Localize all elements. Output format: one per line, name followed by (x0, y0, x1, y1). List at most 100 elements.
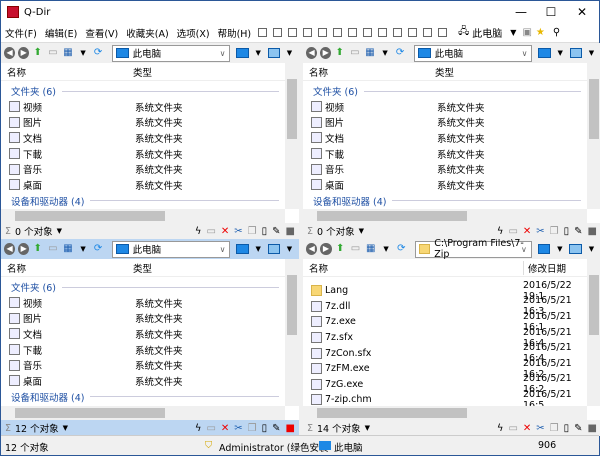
up-icon[interactable]: ⬆ (32, 47, 43, 59)
list-item[interactable]: 下載 系统文件夹 (1, 146, 285, 162)
pane-object-count[interactable]: 12 个对象 (15, 421, 59, 435)
list-item[interactable]: 视频 系统文件夹 (1, 99, 285, 115)
chevron-down-icon[interactable]: ∨ (220, 245, 226, 254)
group-header[interactable]: 设备和驱动器 (4) (303, 193, 587, 209)
list-item[interactable]: 文档 系统文件夹 (1, 130, 285, 146)
desktop-icon[interactable] (569, 48, 582, 58)
delete-icon[interactable]: ✕ (221, 423, 229, 434)
up-icon[interactable]: ⬆ (32, 243, 43, 255)
rename-icon[interactable]: ▭ (206, 226, 215, 237)
layout-button[interactable] (423, 28, 433, 37)
layout-button[interactable] (393, 28, 403, 37)
column-second[interactable]: 类型 (435, 65, 454, 79)
horizontal-scrollbar[interactable] (303, 209, 587, 223)
view-icon[interactable]: ▦ (364, 47, 375, 59)
vertical-scrollbar[interactable] (285, 63, 299, 209)
chevron-down-icon[interactable]: ▼ (253, 47, 264, 59)
layout-button[interactable] (273, 28, 283, 37)
up-icon[interactable]: ⬆ (334, 47, 345, 59)
new-folder-icon[interactable]: ▭ (350, 243, 361, 255)
printer-icon[interactable]: ▣ (522, 27, 531, 38)
list-item[interactable]: 音乐 系统文件夹 (1, 357, 285, 373)
zoom-icon[interactable]: ⚲ (553, 27, 560, 38)
copy-icon[interactable]: ❐ (550, 226, 559, 237)
forward-icon[interactable]: ▶ (320, 243, 332, 255)
location-dropdown[interactable]: 此电脑 (472, 25, 502, 40)
up-icon[interactable]: ⬆ (335, 243, 346, 255)
layout-button[interactable] (303, 28, 313, 37)
layout-button[interactable] (438, 28, 448, 37)
delete-icon[interactable]: ✕ (523, 423, 531, 434)
chevron-down-icon[interactable]: ∨ (522, 49, 528, 58)
refresh-icon[interactable]: ⟳ (93, 47, 104, 59)
column-second[interactable]: 修改日期 (523, 260, 566, 275)
list-item[interactable]: 桌面 系统文件夹 (303, 177, 587, 193)
list-item[interactable]: 视频 系统文件夹 (1, 295, 285, 311)
lightning-icon[interactable]: ϟ (195, 226, 202, 237)
desktop-icon[interactable] (267, 48, 280, 58)
list-item[interactable]: 视频 系统文件夹 (303, 99, 587, 115)
view-icon[interactable]: ▦ (62, 243, 73, 255)
refresh-icon[interactable]: ⟳ (93, 243, 104, 255)
copy-icon[interactable]: ❐ (248, 226, 257, 237)
list-item[interactable]: 图片 系统文件夹 (303, 115, 587, 131)
chevron-down-icon[interactable]: ▼ (510, 28, 516, 37)
layout-button[interactable] (258, 28, 268, 37)
list-item[interactable]: 音乐 系统文件夹 (303, 161, 587, 177)
cut-icon[interactable]: ✂ (234, 226, 242, 237)
menu-options[interactable]: 选项(X) (173, 26, 214, 40)
properties-icon[interactable]: ✎ (272, 226, 280, 237)
rename-icon[interactable]: ▭ (206, 423, 215, 434)
column-name[interactable]: 名称 (309, 261, 328, 275)
list-item[interactable]: 下載 系统文件夹 (303, 146, 587, 162)
layout-button[interactable] (318, 28, 328, 37)
new-folder-icon[interactable]: ▭ (47, 243, 58, 255)
pane-object-count[interactable]: 0 个对象 (15, 224, 53, 238)
column-name[interactable]: 名称 (7, 65, 26, 79)
address-bar[interactable]: 此电脑 ∨ (111, 240, 231, 258)
layout-button[interactable] (363, 28, 373, 37)
copy-icon[interactable]: ❐ (248, 423, 257, 434)
vertical-scrollbar[interactable] (285, 259, 299, 406)
maximize-button[interactable]: ☐ (536, 3, 566, 21)
lightning-icon[interactable]: ϟ (497, 226, 504, 237)
menu-file[interactable]: 文件(F) (1, 26, 41, 40)
forward-icon[interactable]: ▶ (320, 47, 332, 59)
menu-favorites[interactable]: 收藏夹(A) (122, 26, 172, 40)
new-folder-icon[interactable]: ▭ (349, 47, 360, 59)
address-bar[interactable]: C:\Program Files\7-Zip ∨ (414, 239, 532, 260)
chevron-down-icon[interactable]: ▼ (379, 47, 390, 59)
chevron-down-icon[interactable]: ▼ (586, 47, 597, 59)
menu-help[interactable]: 帮助(H) (214, 26, 256, 40)
column-name[interactable]: 名称 (309, 65, 328, 79)
chevron-down-icon[interactable]: ▼ (77, 243, 88, 255)
layout-button[interactable] (408, 28, 418, 37)
back-icon[interactable]: ◀ (4, 243, 16, 255)
pane-focus-icon[interactable]: ■ (286, 226, 295, 237)
menu-view[interactable]: 查看(V) (81, 26, 122, 40)
address-bar[interactable]: 此电脑 ∨ (413, 44, 533, 62)
group-header[interactable]: 设备和驱动器 (4) (1, 193, 285, 209)
layout-button[interactable] (348, 28, 358, 37)
pane-focus-icon[interactable]: ■ (588, 226, 597, 237)
rename-icon[interactable]: ▭ (508, 226, 517, 237)
properties-icon[interactable]: ✎ (272, 423, 280, 434)
monitor-icon[interactable] (537, 244, 551, 254)
list-item[interactable]: 图片 系统文件夹 (1, 311, 285, 327)
properties-icon[interactable]: ✎ (574, 423, 582, 434)
chevron-down-icon[interactable]: ∨ (521, 245, 527, 254)
pane-focus-icon[interactable]: ■ (286, 423, 295, 434)
list-item[interactable]: 下載 系统文件夹 (1, 342, 285, 358)
lightning-icon[interactable]: ϟ (195, 423, 202, 434)
pane-object-count[interactable]: 0 个对象 (317, 224, 355, 238)
minimize-button[interactable]: — (506, 3, 536, 21)
horizontal-scrollbar[interactable] (1, 209, 285, 223)
layout-button[interactable] (333, 28, 343, 37)
list-item[interactable]: 音乐 系统文件夹 (1, 161, 285, 177)
chevron-down-icon[interactable]: ▼ (284, 243, 295, 255)
column-name[interactable]: 名称 (7, 261, 26, 275)
list-item[interactable]: 桌面 系统文件夹 (1, 373, 285, 389)
monitor-icon[interactable] (236, 48, 249, 58)
group-header[interactable]: 设备和驱动器 (4) (1, 389, 285, 405)
chevron-down-icon[interactable]: ▼ (365, 424, 370, 432)
